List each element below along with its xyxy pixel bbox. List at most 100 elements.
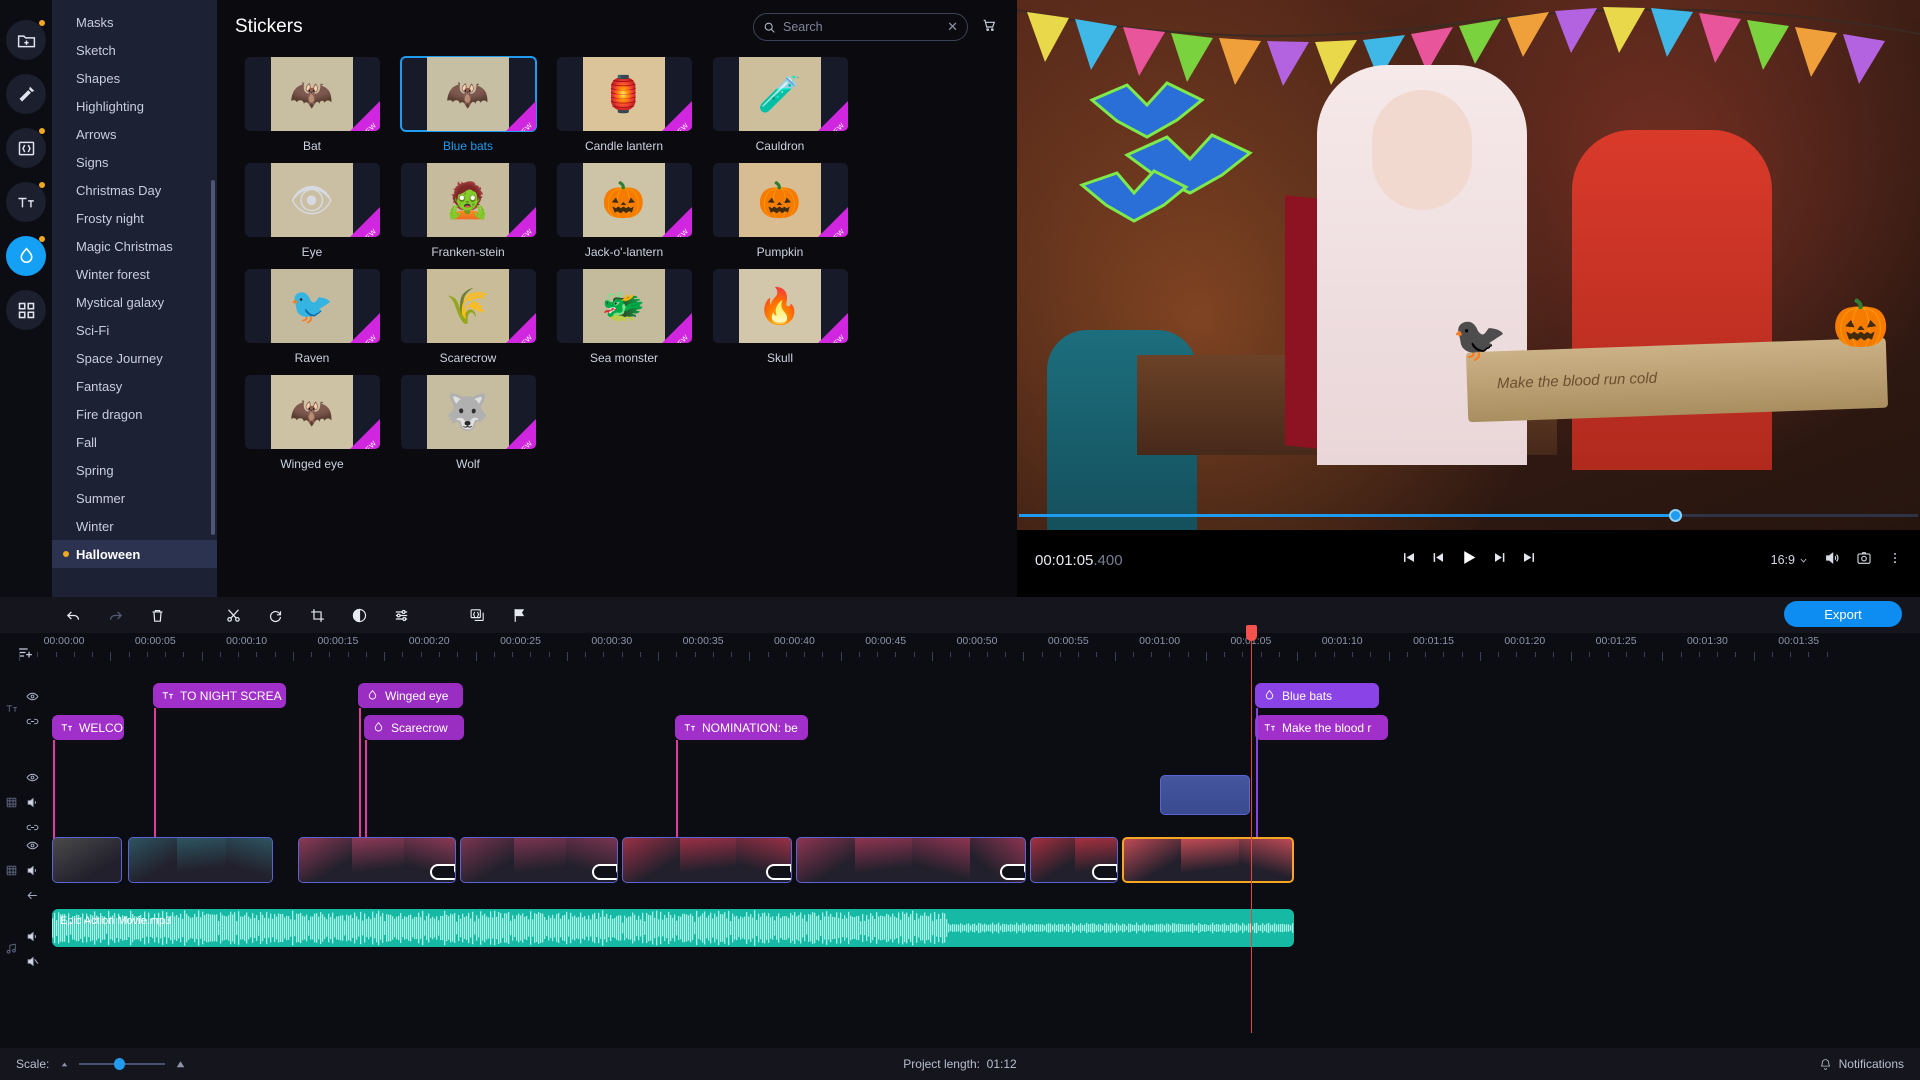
rail-button-stickers[interactable]	[6, 236, 46, 276]
video-clip[interactable]	[52, 837, 122, 883]
category-item-fantasy[interactable]: Fantasy	[52, 372, 217, 400]
sticker-tile[interactable]: 🔥 NEW Skull	[703, 269, 857, 371]
video-clip[interactable]	[1122, 837, 1294, 883]
prev-frame-button[interactable]	[1430, 550, 1445, 570]
rail-button-effects[interactable]	[6, 74, 46, 114]
clear-search-icon[interactable]: ✕	[947, 19, 958, 35]
transition-marker[interactable]	[766, 864, 792, 880]
sticker-thumbnail[interactable]: 🦇 NEW	[245, 375, 380, 449]
title-clip[interactable]: NOMINATION: be	[675, 715, 808, 740]
sticker-thumbnail[interactable]: 🎃 NEW	[713, 163, 848, 237]
title-clip[interactable]: WELCO	[52, 715, 124, 740]
speaker-toggle[interactable]	[26, 930, 39, 948]
zoom-in-icon[interactable]	[174, 1058, 187, 1071]
category-item-sketch[interactable]: Sketch	[52, 36, 217, 64]
sticker-thumbnail[interactable]: 🧪 NEW	[713, 57, 848, 131]
sticker-tile[interactable]: 🦇 NEW Bat	[235, 57, 389, 159]
mute-toggle[interactable]	[26, 955, 39, 973]
category-sidebar[interactable]: MasksSketchShapesHighlightingArrowsSigns…	[52, 0, 217, 597]
sticker-tile[interactable]: 🧪 NEW Cauldron	[703, 57, 857, 159]
eye-toggle[interactable]	[26, 690, 39, 708]
sticker-thumbnail[interactable]: 🐲 NEW	[557, 269, 692, 343]
title-track-header[interactable]	[0, 681, 52, 741]
add-track-button[interactable]	[10, 639, 40, 665]
search-input[interactable]	[783, 20, 923, 34]
playhead[interactable]	[1251, 635, 1253, 1033]
crop-button[interactable]	[296, 597, 338, 633]
video-clip[interactable]	[128, 837, 273, 883]
sticker-tile[interactable]: 🦇 NEW Winged eye	[235, 375, 389, 477]
video-track-header-2[interactable]	[0, 843, 52, 903]
transition-marker[interactable]	[430, 864, 456, 880]
transition-marker[interactable]	[1092, 864, 1118, 880]
next-frame-button[interactable]	[1492, 550, 1507, 570]
category-item-mystical-galaxy[interactable]: Mystical galaxy	[52, 288, 217, 316]
zoom-out-icon[interactable]	[59, 1059, 70, 1070]
volume-button[interactable]	[1824, 550, 1840, 571]
split-button[interactable]	[212, 597, 254, 633]
track-area[interactable]: WELCOTO NIGHT SCREANOMINATION: beMake th…	[52, 663, 1920, 1033]
notifications-button[interactable]: Notifications	[1819, 1057, 1904, 1071]
delete-button[interactable]	[136, 597, 178, 633]
category-item-winter-forest[interactable]: Winter forest	[52, 260, 217, 288]
sticker-tile[interactable]: 👁 NEW Eye	[235, 163, 389, 265]
speaker-toggle[interactable]	[26, 796, 39, 814]
scarecrow-sticker-overlay[interactable]: 🎃	[1832, 300, 1889, 346]
sticker-clip[interactable]: Blue bats	[1255, 683, 1379, 708]
category-item-signs[interactable]: Signs	[52, 148, 217, 176]
link-toggle[interactable]	[26, 715, 39, 733]
category-item-summer[interactable]: Summer	[52, 484, 217, 512]
sticker-thumbnail[interactable]: 🐺 NEW	[401, 375, 536, 449]
snapshot-button[interactable]	[1856, 550, 1872, 571]
eye-toggle[interactable]	[26, 771, 39, 789]
jump-end-button[interactable]	[1521, 550, 1536, 570]
scale-slider[interactable]	[59, 1058, 187, 1071]
sticker-tile[interactable]: 🐲 NEW Sea monster	[547, 269, 701, 371]
category-item-fire-dragon[interactable]: Fire dragon	[52, 400, 217, 428]
play-button[interactable]	[1459, 548, 1478, 572]
scale-track[interactable]	[79, 1063, 165, 1065]
blue-bats-sticker-overlay[interactable]	[1072, 45, 1292, 245]
sticker-thumbnail[interactable]: 🧟 NEW	[401, 163, 536, 237]
eye-toggle[interactable]	[26, 839, 39, 857]
category-item-shapes[interactable]: Shapes	[52, 64, 217, 92]
sticker-thumbnail[interactable]: 🦇 NEW	[401, 57, 536, 131]
back-toggle[interactable]	[26, 889, 39, 907]
category-item-halloween[interactable]: Halloween	[52, 540, 217, 568]
sticker-tile[interactable]: 🐦 NEW Raven	[235, 269, 389, 371]
video-canvas[interactable]: Make the blood run cold 🐦‍⬛ 🎃	[1017, 0, 1920, 530]
player-seekbar[interactable]	[1017, 508, 1920, 522]
overlay-clip[interactable]	[1160, 775, 1250, 815]
sticker-thumbnail[interactable]: 🎃 NEW	[557, 163, 692, 237]
category-item-highlighting[interactable]: Highlighting	[52, 92, 217, 120]
category-item-winter[interactable]: Winter	[52, 512, 217, 540]
playhead-handle[interactable]	[1246, 625, 1257, 641]
sticker-thumbnail[interactable]: 🦇 NEW	[245, 57, 380, 131]
jump-start-button[interactable]	[1401, 550, 1416, 570]
adjust-button[interactable]	[380, 597, 422, 633]
category-item-spring[interactable]: Spring	[52, 456, 217, 484]
video-clip[interactable]	[460, 837, 618, 883]
link-toggle[interactable]	[26, 821, 39, 839]
timeline-ruler[interactable]: 00:00:0000:00:0500:00:1000:00:1500:00:20…	[52, 635, 1920, 663]
category-item-arrows[interactable]: Arrows	[52, 120, 217, 148]
undo-button[interactable]	[52, 597, 94, 633]
rail-button-titles[interactable]	[6, 182, 46, 222]
category-item-masks[interactable]: Masks	[52, 8, 217, 36]
marker-button[interactable]	[498, 597, 540, 633]
video-clip[interactable]	[298, 837, 456, 883]
transition-button[interactable]	[456, 597, 498, 633]
sticker-tile[interactable]: 🏮 NEW Candle lantern	[547, 57, 701, 159]
search-box[interactable]: ✕	[753, 13, 968, 41]
redo-button[interactable]	[94, 597, 136, 633]
sticker-tile[interactable]: 🧟 NEW Franken-stein	[391, 163, 545, 265]
category-item-space-journey[interactable]: Space Journey	[52, 344, 217, 372]
sticker-thumbnail[interactable]: 🐦 NEW	[245, 269, 380, 343]
sticker-thumbnail[interactable]: 🌾 NEW	[401, 269, 536, 343]
rail-button-more-tools[interactable]	[6, 290, 46, 330]
raven-sticker-overlay[interactable]: 🐦‍⬛	[1452, 318, 1507, 362]
video-clip[interactable]	[796, 837, 1026, 883]
scale-handle[interactable]	[114, 1058, 125, 1070]
sticker-tile[interactable]: 🎃 NEW Jack-o'-lantern	[547, 163, 701, 265]
video-clip[interactable]	[622, 837, 792, 883]
